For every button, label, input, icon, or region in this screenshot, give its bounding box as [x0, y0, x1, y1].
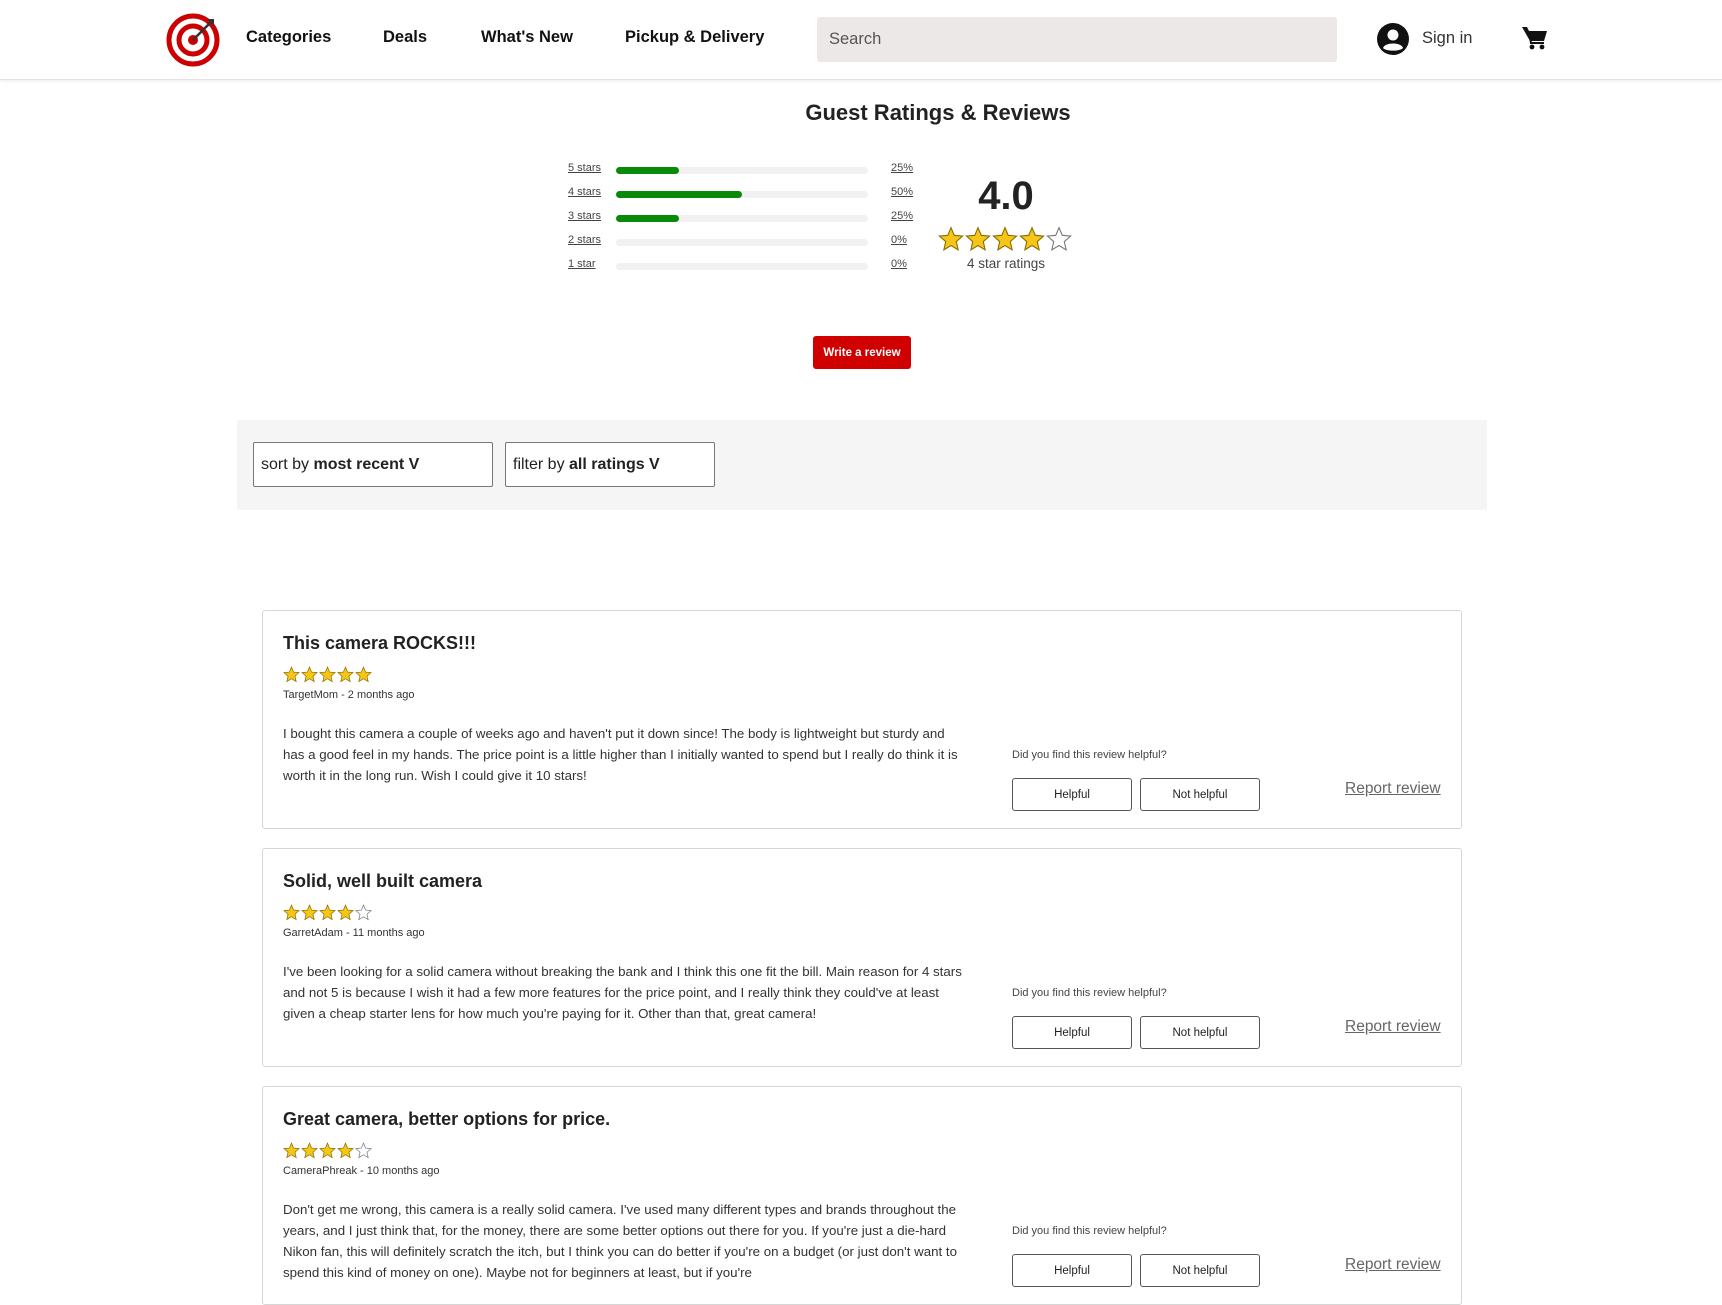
- sort-value: most recent V: [313, 456, 420, 473]
- search-input[interactable]: [817, 17, 1337, 62]
- average-rating: 4.0: [978, 174, 1034, 218]
- rating-row-label[interactable]: 1 star: [568, 258, 596, 270]
- star-filled-icon: [355, 666, 372, 683]
- rating-row-percent[interactable]: 50%: [891, 186, 913, 198]
- review-title: Solid, well built camera: [283, 871, 483, 891]
- star-empty-icon: [1046, 226, 1072, 251]
- review-author-date: CameraPhreak - 10 months ago: [283, 1165, 440, 1177]
- star-filled-icon: [337, 666, 354, 683]
- review-text: I've been looking for a solid camera wit…: [283, 964, 962, 1021]
- rating-row[interactable]: 4 stars 50%: [568, 186, 928, 200]
- review-text: Don't get me wrong, this camera is a rea…: [283, 1202, 957, 1280]
- star-filled-icon: [301, 904, 318, 921]
- rating-bar-track: [616, 167, 868, 174]
- star-filled-icon: [319, 666, 336, 683]
- review-stars: [283, 666, 373, 684]
- rating-row[interactable]: 1 star 0%: [568, 258, 928, 272]
- star-filled-icon: [301, 1142, 318, 1159]
- write-review-button[interactable]: Write a review: [813, 336, 911, 369]
- rating-bar-track: [616, 263, 868, 270]
- rating-row-percent[interactable]: 25%: [891, 210, 913, 222]
- not-helpful-button[interactable]: Not helpful: [1140, 778, 1260, 811]
- rating-bar-fill: [616, 167, 679, 174]
- cart-icon[interactable]: [1522, 26, 1548, 50]
- nav-deals[interactable]: Deals: [383, 28, 427, 47]
- star-filled-icon: [319, 904, 336, 921]
- review-card: Great camera, better options for price. C…: [262, 1086, 1462, 1305]
- helpful-button[interactable]: Helpful: [1012, 778, 1132, 811]
- rating-bar-fill: [616, 215, 679, 222]
- review-card: Solid, well built camera GarretAdam - 11 …: [262, 848, 1462, 1067]
- star-filled-icon: [283, 666, 300, 683]
- sign-in-link[interactable]: Sign in: [1422, 29, 1472, 48]
- helpful-question: Did you find this review helpful?: [1012, 749, 1167, 761]
- star-empty-icon: [355, 1142, 372, 1159]
- review-text: I bought this camera a couple of weeks a…: [283, 726, 958, 783]
- rating-row-percent[interactable]: 0%: [891, 234, 907, 246]
- nav-categories[interactable]: Categories: [246, 28, 331, 47]
- not-helpful-button[interactable]: Not helpful: [1140, 1016, 1260, 1049]
- rating-row-label[interactable]: 3 stars: [568, 210, 601, 222]
- review-title: This camera ROCKS!!!: [283, 633, 477, 653]
- review-title: Great camera, better options for price.: [283, 1109, 611, 1129]
- report-review-link[interactable]: Report review: [1345, 1256, 1441, 1274]
- rating-row-percent[interactable]: 25%: [891, 162, 913, 174]
- star-empty-icon: [355, 904, 372, 921]
- filter-value: all ratings V: [569, 456, 660, 473]
- review-card: This camera ROCKS!!! TargetMom - 2 months…: [262, 610, 1462, 829]
- average-stars: [938, 226, 1073, 254]
- star-filled-icon: [301, 666, 318, 683]
- review-stars: [283, 1142, 373, 1160]
- report-review-link[interactable]: Report review: [1345, 1018, 1441, 1036]
- helpful-button[interactable]: Helpful: [1012, 1254, 1132, 1287]
- filter-bar: sort by most recent V filter by all rati…: [237, 420, 1487, 510]
- helpful-question: Did you find this review helpful?: [1012, 987, 1167, 999]
- rating-bar-fill: [616, 191, 742, 198]
- rating-row-label[interactable]: 2 stars: [568, 234, 601, 246]
- rating-row-label[interactable]: 5 stars: [568, 162, 601, 174]
- rating-row[interactable]: 3 stars 25%: [568, 210, 928, 224]
- star-filled-icon: [965, 226, 991, 251]
- rating-row-label[interactable]: 4 stars: [568, 186, 601, 198]
- rating-bar-track: [616, 239, 868, 246]
- helpful-question: Did you find this review helpful?: [1012, 1225, 1167, 1237]
- rating-bar-track: [616, 215, 868, 222]
- review-author-date: GarretAdam - 11 months ago: [283, 927, 425, 939]
- account-icon[interactable]: [1377, 23, 1409, 55]
- review-author-date: TargetMom - 2 months ago: [283, 689, 415, 701]
- star-filled-icon: [283, 1142, 300, 1159]
- filter-prefix: filter by: [513, 456, 565, 473]
- rating-count: 4 star ratings: [966, 256, 1046, 271]
- star-filled-icon: [337, 904, 354, 921]
- site-header: Categories Deals What's New Pickup & Del…: [0, 0, 1722, 80]
- star-filled-icon: [1019, 226, 1045, 251]
- not-helpful-button[interactable]: Not helpful: [1140, 1254, 1260, 1287]
- report-review-link[interactable]: Report review: [1345, 780, 1441, 798]
- rating-bar-track: [616, 191, 868, 198]
- rating-row-percent[interactable]: 0%: [891, 258, 907, 270]
- rating-row[interactable]: 2 stars 0%: [568, 234, 928, 248]
- review-stars: [283, 904, 373, 922]
- star-filled-icon: [337, 1142, 354, 1159]
- page-title: Guest Ratings & Reviews: [805, 100, 1071, 125]
- sort-prefix: sort by: [261, 456, 310, 473]
- star-filled-icon: [283, 904, 300, 921]
- filter-select[interactable]: filter by all ratings V: [505, 442, 715, 487]
- sort-select[interactable]: sort by most recent V: [253, 442, 493, 487]
- star-filled-icon: [938, 226, 964, 251]
- rating-row[interactable]: 5 stars 25%: [568, 162, 928, 176]
- nav-whats-new[interactable]: What's New: [481, 28, 573, 47]
- helpful-button[interactable]: Helpful: [1012, 1016, 1132, 1049]
- nav-pickup-delivery[interactable]: Pickup & Delivery: [625, 28, 764, 47]
- star-filled-icon: [319, 1142, 336, 1159]
- target-logo-icon[interactable]: [166, 13, 220, 67]
- star-filled-icon: [992, 226, 1018, 251]
